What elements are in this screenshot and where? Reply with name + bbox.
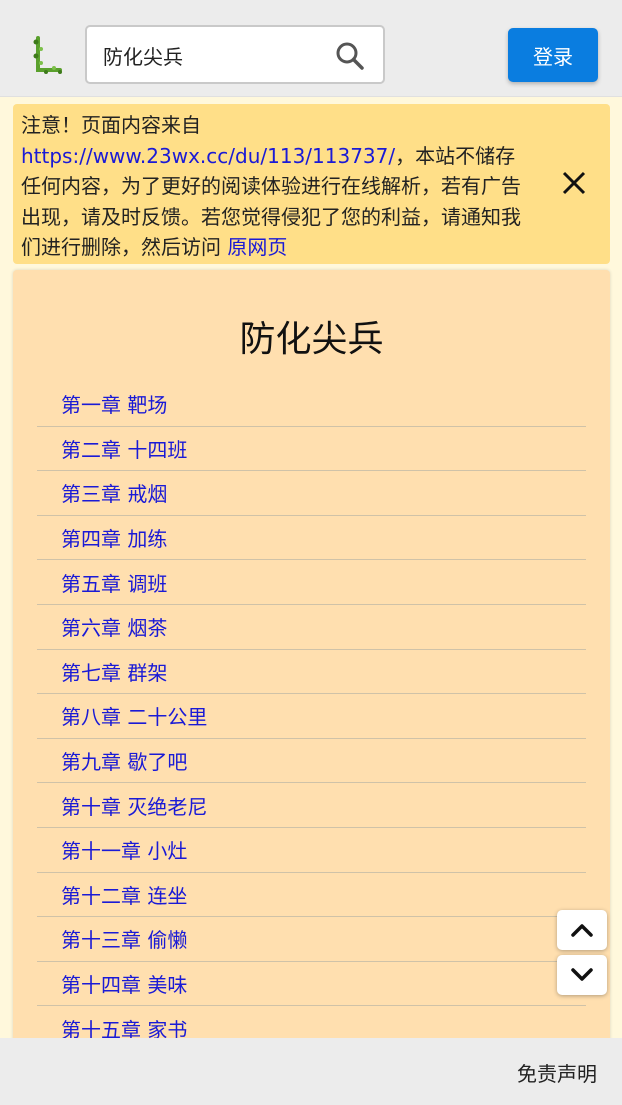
search-box[interactable] [85, 25, 385, 84]
chapter-link[interactable]: 第一章 靶场 [61, 389, 167, 418]
search-input[interactable] [103, 39, 323, 71]
list-item: 第八章 二十公里 [37, 694, 586, 739]
chapter-link[interactable]: 第十四章 美味 [61, 969, 187, 998]
book-title: 防化尖兵 [239, 319, 384, 360]
scroll-top-button[interactable] [557, 910, 607, 950]
notice-prefix: 注意！页面内容来自 [21, 113, 201, 137]
list-item: 第六章 烟茶 [37, 605, 586, 650]
close-icon[interactable] [561, 170, 587, 196]
search-icon[interactable] [335, 41, 365, 71]
chevron-down-icon [571, 968, 593, 981]
list-item: 第十三章 偷懒 [37, 917, 586, 962]
chapter-link[interactable]: 第三章 戒烟 [61, 478, 167, 507]
top-bar: 登录 [0, 0, 622, 97]
list-item: 第七章 群架 [37, 650, 586, 695]
chapter-link[interactable]: 第四章 加练 [61, 523, 167, 552]
login-button[interactable]: 登录 [508, 28, 598, 82]
list-item: 第一章 靶场 [37, 382, 586, 427]
chapter-link[interactable]: 第八章 二十公里 [61, 701, 207, 730]
chapter-link[interactable]: 第十三章 偷懒 [61, 924, 187, 953]
chapter-list: 第一章 靶场 第二章 十四班 第三章 戒烟 第四章 加练 第五章 调班 第六章 … [37, 382, 586, 1050]
chapter-link[interactable]: 第七章 群架 [61, 657, 167, 686]
chevron-up-icon [571, 924, 593, 937]
list-item: 第十四章 美味 [37, 962, 586, 1007]
list-item: 第十一章 小灶 [37, 828, 586, 873]
disclaimer-link[interactable]: 免责声明 [517, 1058, 597, 1087]
list-item: 第十章 灭绝老尼 [37, 783, 586, 828]
list-item: 第十二章 连坐 [37, 873, 586, 918]
site-logo-icon[interactable] [30, 34, 64, 76]
chapter-link[interactable]: 第十章 灭绝老尼 [61, 791, 207, 820]
scroll-bottom-button[interactable] [557, 955, 607, 995]
chapter-card: 防化尖兵 第一章 靶场 第二章 十四班 第三章 戒烟 第四章 加练 第五章 调班… [13, 270, 610, 1050]
chapter-link[interactable]: 第九章 歇了吧 [61, 746, 187, 775]
list-item: 第九章 歇了吧 [37, 739, 586, 784]
list-item: 第五章 调班 [37, 560, 586, 605]
original-page-link[interactable]: 原网页 [227, 235, 287, 259]
list-item: 第四章 加练 [37, 516, 586, 561]
chapter-link[interactable]: 第十一章 小灶 [61, 835, 187, 864]
footer: 免责声明 [0, 1038, 622, 1105]
chapter-link[interactable]: 第二章 十四班 [61, 434, 187, 463]
list-item: 第二章 十四班 [37, 427, 586, 472]
chapter-link[interactable]: 第六章 烟茶 [61, 612, 167, 641]
list-item: 第三章 戒烟 [37, 471, 586, 516]
chapter-link[interactable]: 第十二章 连坐 [61, 880, 187, 909]
source-url-link[interactable]: https://www.23wx.cc/du/113/113737/ [21, 144, 395, 168]
chapter-link[interactable]: 第五章 调班 [61, 568, 167, 597]
notice-text: 注意！页面内容来自 https://www.23wx.cc/du/113/1137… [21, 110, 521, 263]
source-notice: 注意！页面内容来自 https://www.23wx.cc/du/113/1137… [13, 104, 610, 264]
